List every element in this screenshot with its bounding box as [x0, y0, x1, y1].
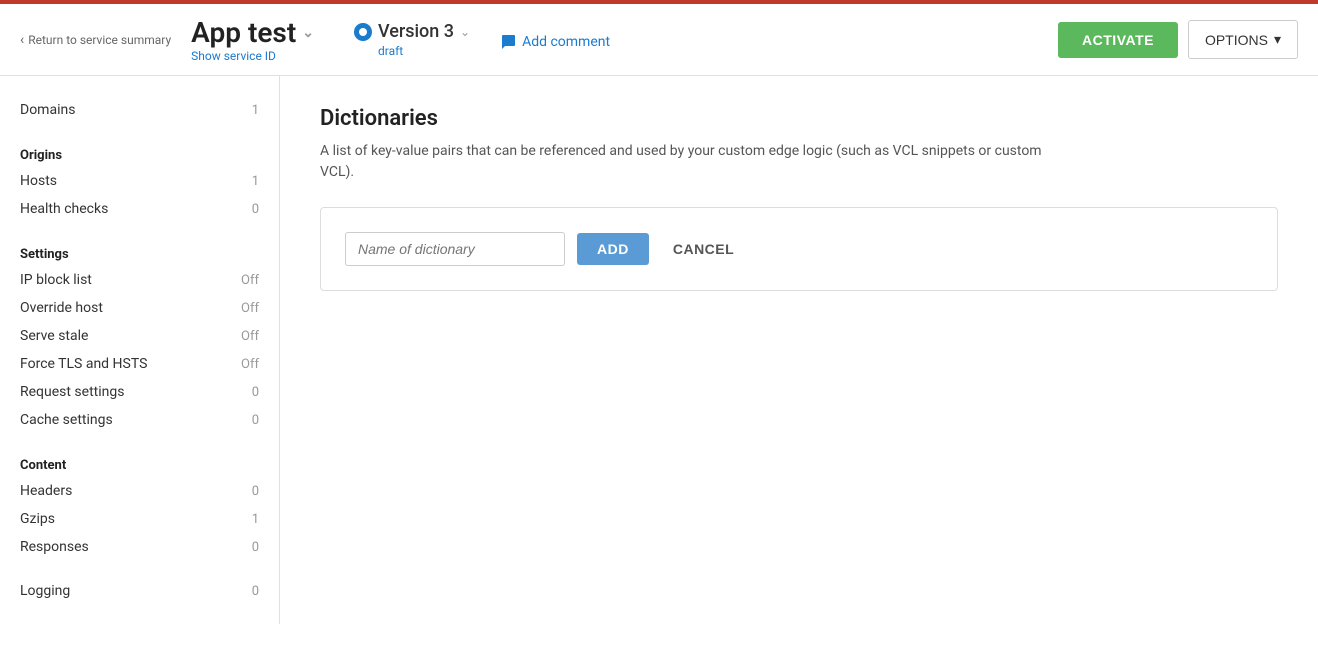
version-label: Version 3: [378, 21, 454, 42]
sidebar-item-responses[interactable]: Responses 0: [0, 533, 279, 561]
sidebar-section-logging: Logging 0: [0, 577, 279, 605]
show-service-id-link[interactable]: Show service ID: [191, 49, 314, 63]
sidebar-request-settings-label: Request settings: [20, 384, 124, 400]
app-title-caret[interactable]: ⌄: [302, 25, 314, 41]
sidebar-section-origins: Origins Hosts 1 Health checks 0: [0, 140, 279, 223]
sidebar-domains-label: Domains: [20, 102, 75, 118]
sidebar-ip-block-list-label: IP block list: [20, 272, 92, 288]
sidebar-item-logging[interactable]: Logging 0: [0, 577, 279, 605]
sidebar-override-host-status: Off: [241, 301, 259, 316]
dict-form: ADD CANCEL: [345, 232, 1253, 266]
options-button[interactable]: OPTIONS ▾: [1188, 20, 1298, 59]
app-title: App test ⌄: [191, 16, 314, 49]
sidebar-health-checks-label: Health checks: [20, 201, 108, 217]
sidebar-item-override-host[interactable]: Override host Off: [0, 294, 279, 322]
page-title: Dictionaries: [320, 106, 1278, 131]
main-content: Dictionaries A list of key-value pairs t…: [280, 76, 1318, 624]
sidebar: Domains 1 Origins Hosts 1 Health checks …: [0, 76, 280, 624]
version-caret[interactable]: ⌄: [460, 25, 470, 39]
sidebar-serve-stale-label: Serve stale: [20, 328, 88, 344]
sidebar-request-settings-count: 0: [252, 385, 259, 400]
sidebar-cache-settings-label: Cache settings: [20, 412, 113, 428]
sidebar-item-health-checks[interactable]: Health checks 0: [0, 195, 279, 223]
layout: Domains 1 Origins Hosts 1 Health checks …: [0, 76, 1318, 624]
add-comment-link[interactable]: Add comment: [500, 34, 610, 50]
sidebar-content-title: Content: [0, 450, 279, 477]
sidebar-item-serve-stale[interactable]: Serve stale Off: [0, 322, 279, 350]
cancel-button[interactable]: CANCEL: [661, 233, 746, 265]
dict-name-input[interactable]: [345, 232, 565, 266]
sidebar-item-gzips[interactable]: Gzips 1: [0, 505, 279, 533]
options-label: OPTIONS: [1205, 32, 1268, 48]
sidebar-ip-block-list-status: Off: [241, 273, 259, 288]
sidebar-item-request-settings[interactable]: Request settings 0: [0, 378, 279, 406]
sidebar-section-domains: Domains 1: [0, 96, 279, 124]
sidebar-force-tls-label: Force TLS and HSTS: [20, 356, 147, 372]
header: Return to service summary App test ⌄ Sho…: [0, 4, 1318, 76]
app-title-text: App test: [191, 16, 296, 49]
sidebar-responses-label: Responses: [20, 539, 89, 555]
sidebar-serve-stale-status: Off: [241, 329, 259, 344]
sidebar-headers-count: 0: [252, 484, 259, 499]
sidebar-section-settings: Settings IP block list Off Override host…: [0, 239, 279, 434]
sidebar-headers-label: Headers: [20, 483, 72, 499]
sidebar-origins-title: Origins: [0, 140, 279, 167]
back-link[interactable]: Return to service summary: [20, 32, 171, 48]
comment-icon: [500, 34, 516, 50]
sidebar-hosts-count: 1: [252, 174, 259, 189]
activate-button[interactable]: ACTIVATE: [1058, 22, 1178, 58]
sidebar-health-checks-count: 0: [252, 202, 259, 217]
dict-form-container: ADD CANCEL: [320, 207, 1278, 291]
sidebar-section-content: Content Headers 0 Gzips 1 Responses 0: [0, 450, 279, 561]
sidebar-item-hosts[interactable]: Hosts 1: [0, 167, 279, 195]
add-button[interactable]: ADD: [577, 233, 649, 265]
sidebar-responses-count: 0: [252, 540, 259, 555]
sidebar-item-domains[interactable]: Domains 1: [0, 96, 279, 124]
sidebar-item-headers[interactable]: Headers 0: [0, 477, 279, 505]
sidebar-hosts-label: Hosts: [20, 173, 57, 189]
sidebar-item-ip-block-list[interactable]: IP block list Off: [0, 266, 279, 294]
sidebar-domains-count: 1: [252, 103, 259, 118]
sidebar-logging-count: 0: [252, 584, 259, 599]
sidebar-gzips-label: Gzips: [20, 511, 55, 527]
header-actions: ACTIVATE OPTIONS ▾: [1058, 20, 1298, 59]
version-area: Version 3 ⌄ draft: [354, 21, 470, 58]
version-row: Version 3 ⌄: [354, 21, 470, 42]
sidebar-override-host-label: Override host: [20, 300, 103, 316]
options-chevron-icon: ▾: [1274, 31, 1281, 48]
sidebar-item-force-tls[interactable]: Force TLS and HSTS Off: [0, 350, 279, 378]
version-icon: [354, 23, 372, 41]
sidebar-force-tls-status: Off: [241, 357, 259, 372]
page-description: A list of key-value pairs that can be re…: [320, 141, 1070, 183]
sidebar-logging-label: Logging: [20, 583, 70, 599]
version-status: draft: [378, 44, 470, 58]
add-comment-label: Add comment: [522, 34, 610, 50]
sidebar-item-cache-settings[interactable]: Cache settings 0: [0, 406, 279, 434]
app-title-area: App test ⌄ Show service ID: [191, 16, 314, 63]
sidebar-settings-title: Settings: [0, 239, 279, 266]
sidebar-cache-settings-count: 0: [252, 413, 259, 428]
sidebar-gzips-count: 1: [252, 512, 259, 527]
